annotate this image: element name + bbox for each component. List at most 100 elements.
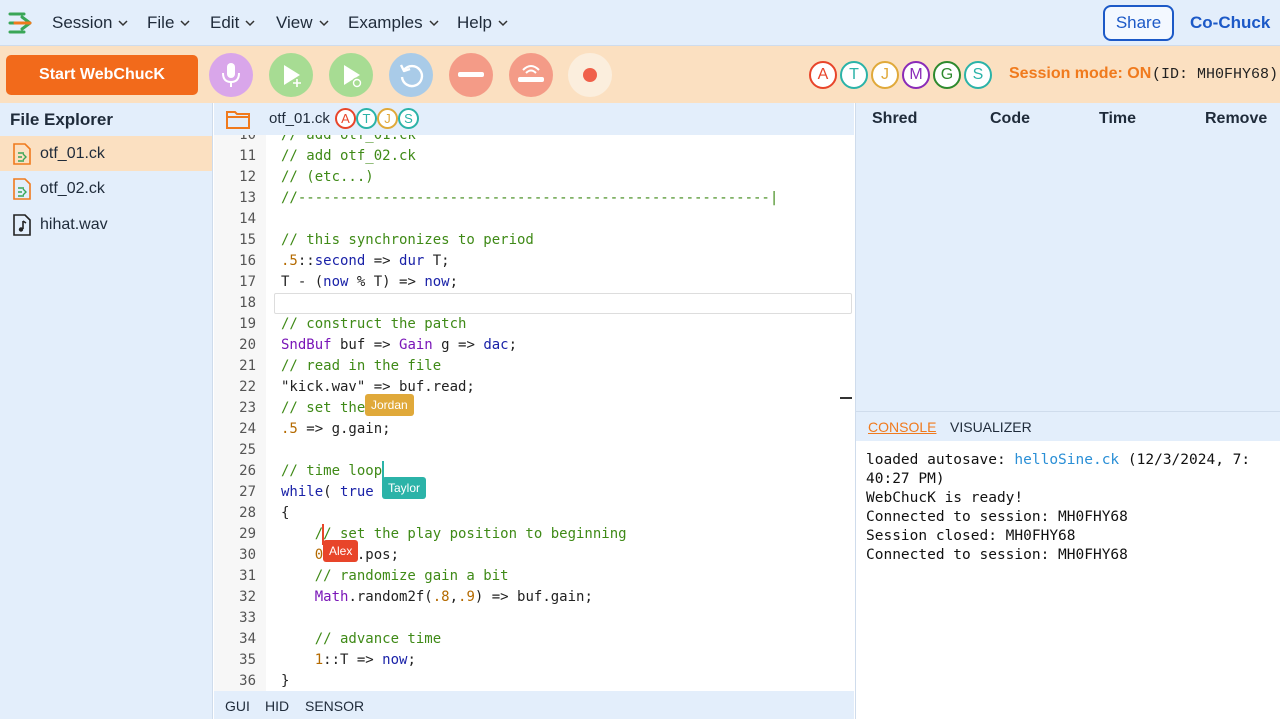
replace-shred-button[interactable]: [329, 53, 373, 97]
avatar[interactable]: M: [902, 61, 930, 89]
avatar: S: [398, 108, 419, 129]
menu-session-label: Session: [52, 13, 113, 32]
menu-file-label: File: [147, 13, 175, 32]
stop-all-icon: [518, 65, 544, 82]
microphone-button[interactable]: [209, 53, 253, 97]
code-line: 22 "kick.wav" => buf.read;: [239, 379, 475, 395]
column-remove: Remove: [1205, 110, 1268, 127]
folder-icon[interactable]: [226, 109, 250, 129]
chevron-down-icon: [180, 20, 190, 27]
code-line: 10// add otf_01.ck: [239, 135, 416, 143]
share-button[interactable]: Share: [1103, 5, 1174, 41]
code-line: 23// set the: [239, 400, 366, 416]
menu-file[interactable]: File: [147, 0, 190, 46]
tab-hid[interactable]: HID: [265, 698, 289, 714]
start-webchuck-button[interactable]: Start WebChucK: [6, 55, 198, 95]
shred-table-body: [855, 136, 1280, 411]
console-line: Session closed: MH0FHY68: [866, 528, 1076, 544]
record-button[interactable]: [568, 53, 612, 97]
audio-file-icon: [13, 213, 31, 236]
code-line: 12// (etc...): [239, 169, 374, 185]
menu-examples[interactable]: Examples: [348, 0, 439, 46]
shred-table-header: Shred Code Time Remove: [855, 103, 1280, 136]
file-item-hihat[interactable]: hihat.wav: [0, 207, 212, 242]
file-explorer: File Explorer otf_01.ck otf_02.ck hihat.…: [0, 103, 213, 719]
console-tab-bar: CONSOLE VISUALIZER: [855, 411, 1280, 441]
code-line: 16.5::second => dur T;: [239, 253, 450, 269]
stop-all-button[interactable]: [509, 53, 553, 97]
reload-button[interactable]: [389, 53, 433, 97]
chevron-down-icon: [245, 20, 255, 27]
console-output: loaded autosave: helloSine.ck (12/3/2024…: [855, 441, 1280, 719]
editor-filename[interactable]: otf_01.ck: [269, 110, 330, 127]
file-label: hihat.wav: [40, 215, 108, 233]
console-line: WebChucK is ready!: [866, 490, 1024, 506]
code-line: 32 Math.random2f(.8,.9) => buf.gain;: [239, 589, 593, 605]
code-line: 20 SndBuf buf => Gain g => dac;: [239, 337, 518, 353]
menu-view[interactable]: View: [276, 0, 329, 46]
remove-shred-icon: [458, 72, 484, 77]
code-line: 19// construct the patch: [239, 316, 467, 332]
co-chuck-link[interactable]: Co-Chuck: [1190, 0, 1270, 46]
code-line: 14: [239, 211, 256, 227]
code-line: 24.5 => g.gain;: [239, 421, 391, 437]
code-line: 17 T - (now % T) => now;: [239, 274, 459, 290]
tab-console[interactable]: CONSOLE: [868, 419, 936, 435]
chevron-down-icon: [429, 20, 439, 27]
add-shred-button[interactable]: [269, 53, 313, 97]
autosave-file-link[interactable]: helloSine.ck: [1014, 452, 1119, 468]
tab-gui[interactable]: GUI: [225, 698, 250, 714]
menu-edit[interactable]: Edit: [210, 0, 255, 46]
microphone-icon: [222, 63, 240, 87]
avatar[interactable]: G: [933, 61, 961, 89]
tab-sensor[interactable]: SENSOR: [305, 698, 364, 714]
menu-session[interactable]: Session: [52, 0, 129, 46]
code-line: 34 // advance time: [239, 631, 442, 647]
editor-bottom-tabs: GUI HID SENSOR: [214, 691, 854, 719]
collaborator-cursor-label: Taylor: [382, 477, 427, 499]
avatar[interactable]: A: [809, 61, 837, 89]
avatar[interactable]: S: [964, 61, 992, 89]
chuck-file-icon: [13, 142, 31, 165]
avatar: A: [335, 108, 356, 129]
toolbar: Start WebChucK A T J M G S Session mode:…: [0, 46, 1280, 103]
column-code: Code: [990, 110, 1030, 127]
column-shred: Shred: [872, 110, 918, 127]
console-line: loaded autosave: helloSine.ck (12/3/2024…: [866, 452, 1251, 468]
session-mode-status: Session mode: ON: [1009, 65, 1152, 82]
column-time: Time: [1099, 110, 1137, 127]
console-line: 40:27 PM): [866, 471, 945, 487]
code-line: 28{: [239, 505, 290, 521]
tab-visualizer[interactable]: VISUALIZER: [950, 419, 1032, 435]
resize-handle[interactable]: [840, 397, 852, 399]
code-line: 36}: [239, 673, 290, 689]
record-icon: [583, 68, 597, 82]
file-explorer-title: File Explorer: [10, 110, 113, 129]
file-item-otf-02[interactable]: otf_02.ck: [0, 171, 212, 206]
remove-shred-button[interactable]: [449, 53, 493, 97]
reload-icon: [399, 64, 424, 88]
add-shred-icon: [284, 65, 301, 87]
code-editor[interactable]: 10// add otf_01.ck 11// add otf_02.ck 12…: [214, 135, 854, 691]
menu-help[interactable]: Help: [457, 0, 508, 46]
avatar[interactable]: J: [871, 61, 899, 89]
code-line: 31 // randomize gain a bit: [239, 568, 509, 584]
code-line: 18: [239, 295, 256, 311]
avatar: T: [356, 108, 377, 129]
menu-examples-label: Examples: [348, 13, 423, 32]
file-label: otf_01.ck: [40, 144, 105, 162]
menu-bar: Session File Edit View Examples Help Sha…: [0, 0, 1280, 46]
code-line: 15// this synchronizes to period: [239, 232, 534, 248]
chuck-file-icon: [13, 177, 31, 200]
editor-tab-bar: otf_01.ck A T J S: [214, 103, 854, 135]
avatar[interactable]: T: [840, 61, 868, 89]
code-line: 25: [239, 442, 256, 458]
file-item-otf-01[interactable]: otf_01.ck: [0, 136, 212, 171]
console-line: Connected to session: MH0FHY68: [866, 509, 1128, 525]
replace-shred-icon: [344, 65, 363, 88]
code-line: 35 1::T => now;: [239, 652, 416, 668]
chevron-down-icon: [319, 20, 329, 27]
menu-view-label: View: [276, 13, 313, 32]
menu-edit-label: Edit: [210, 13, 240, 32]
code-line: 27 while( true: [239, 484, 374, 500]
